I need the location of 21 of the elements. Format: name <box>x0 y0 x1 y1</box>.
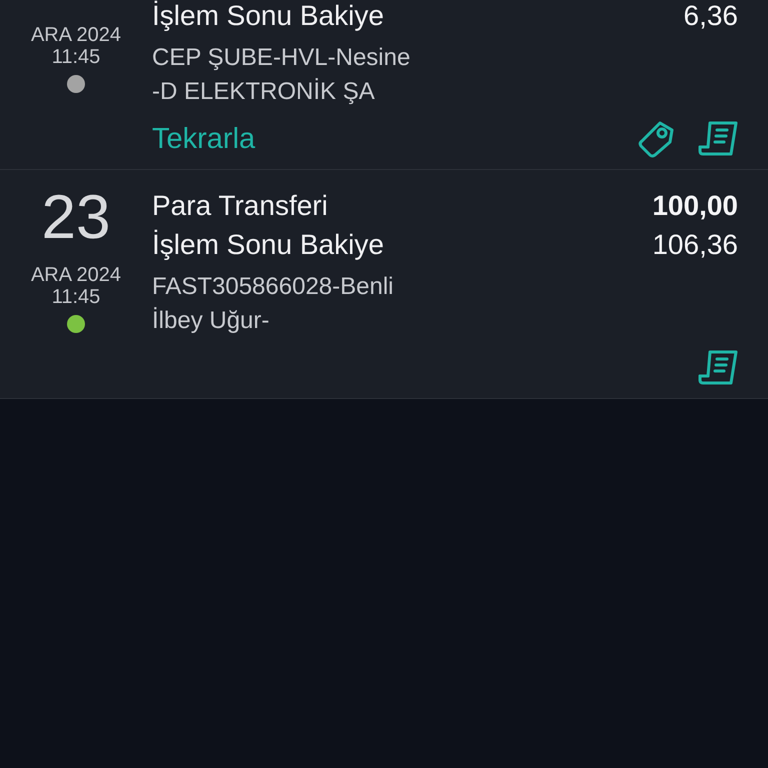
description-line: -D ELEKTRONİK ŞA <box>152 77 376 107</box>
tag-icon[interactable] <box>638 120 676 158</box>
repeat-link[interactable]: Tekrarla <box>152 122 256 156</box>
transaction-title: Para Transferi <box>152 190 328 222</box>
description-line: FAST305866028-Benli <box>152 272 394 302</box>
day-number: 23 <box>42 188 110 248</box>
balance-amount: 6,36 <box>684 0 738 32</box>
description-line: İlbey Uğur- <box>152 306 270 336</box>
receipt-icon[interactable] <box>698 350 738 386</box>
month-year: ARA 2024 <box>30 24 122 46</box>
balance-amount: 106,36 <box>652 229 738 261</box>
amount-text: 100,00 <box>652 190 738 222</box>
receipt-icon[interactable] <box>698 121 738 157</box>
balance-label: İşlem Sonu Bakiye <box>152 0 384 32</box>
transaction-card[interactable]: 23 ARA 2024 11:45 Para Transferi 100,00 İşlem Sonu Bakiye 106,36 FAST305866028-Benli İlbey Uğur- <box>0 170 768 399</box>
month-year: ARA 2024 <box>30 264 122 286</box>
time-text: 11:45 <box>52 46 100 68</box>
transaction-card[interactable]: ARA 2024 11:45 İşlem Sonu Bakiye 6,36 CEP ŞUBE-HVL-Nesine -D ELEKTRONİK ŞA Tekrarla <box>0 0 768 170</box>
description-line: CEP ŞUBE-HVL-Nesine <box>152 43 412 73</box>
balance-label: İşlem Sonu Bakiye <box>152 229 384 261</box>
time-text: 11:45 <box>52 286 100 308</box>
